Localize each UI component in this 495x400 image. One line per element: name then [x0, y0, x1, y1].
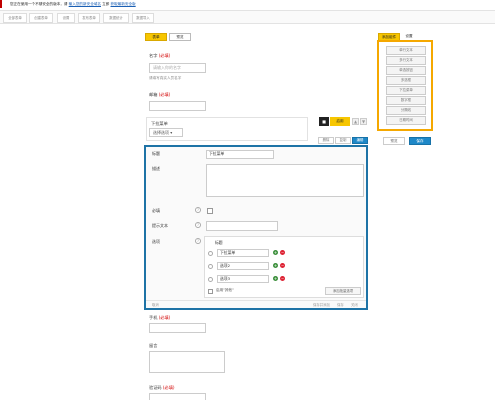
option-radio[interactable] — [208, 251, 213, 256]
toolbar-item-all-forms[interactable]: 全部表单 — [3, 13, 27, 23]
remove-option-icon[interactable]: − — [280, 263, 285, 268]
help-icon[interactable]: ? — [195, 207, 201, 213]
notice-mid: 立即 — [102, 2, 110, 6]
save-and-add-link[interactable]: 保存并添加 — [313, 302, 330, 307]
editor-desc-label: 描述 — [152, 166, 160, 171]
editor-close-link[interactable]: 关闭 — [351, 302, 358, 307]
email-label: 邮箱 (必填) — [149, 92, 171, 97]
notice-link-upgrade[interactable]: 获取最新安全版 — [111, 2, 136, 6]
tab-preview[interactable]: 预览 — [169, 33, 191, 41]
help-icon[interactable]: ? — [195, 238, 201, 244]
remove-option-icon[interactable]: − — [280, 276, 285, 281]
verify-label: 验证码 (必填) — [149, 385, 175, 390]
field-tab-delete[interactable]: 删除 — [318, 137, 334, 144]
email-input[interactable] — [149, 101, 206, 111]
notice-bar: 您正在使用一个不够安全的版本，请 输入您的新安全域名 立即 获取最新安全版 — [0, 0, 495, 8]
name-input[interactable]: 请输入你的名字 — [149, 63, 206, 73]
options-box: 标题 下拉菜单 + − 选项2 + − 选项3 + − 启用"其他" 添加批量选… — [204, 236, 364, 298]
widget-panel: 单行文本 多行文本 单选按钮 多选框 下拉菜单 数字框 分隔线 日期时间 — [377, 40, 433, 131]
toolbar-item-create[interactable]: 创建表单 — [29, 13, 53, 23]
editor-desc-textarea[interactable] — [206, 164, 364, 197]
message-label: 留言 — [149, 343, 158, 348]
other-checkbox[interactable] — [208, 289, 213, 294]
top-toolbar: 全部表单 创建表单 设置 发布表单 数据统计 数据导入 — [0, 10, 495, 24]
option-input[interactable]: 下拉菜单 — [217, 249, 269, 257]
editor-required-label: 必填 — [152, 208, 160, 213]
option-input[interactable]: 选项3 — [217, 275, 269, 283]
phone-input[interactable] — [149, 323, 206, 333]
remove-option-icon[interactable]: − — [280, 250, 285, 255]
move-down-icon[interactable]: ▼ — [360, 118, 367, 125]
editor-cancel-link[interactable]: 取消 — [152, 302, 159, 307]
editor-title-input[interactable]: 下拉菜单 — [206, 150, 274, 159]
editor-save-link[interactable]: 保存 — [337, 302, 344, 307]
field-editor-panel: 标题 下拉菜单 描述 必填 ? 提示文本 ? 选项 ? 标题 下拉菜单 + − … — [144, 145, 368, 310]
editor-options-label: 选项 — [152, 239, 160, 244]
required-checkbox[interactable] — [207, 208, 213, 214]
move-up-icon[interactable]: ▲ — [352, 118, 359, 125]
other-label: 启用"其他" — [216, 288, 234, 292]
toolbar-item-publish[interactable]: 发布表单 — [78, 13, 100, 23]
chevron-down-icon: ▾ — [170, 130, 173, 135]
widget-divider[interactable]: 分隔线 — [386, 106, 426, 115]
widget-radio[interactable]: 单选按钮 — [386, 66, 426, 75]
add-option-icon[interactable]: + — [273, 250, 278, 255]
required-mark: (必填) — [158, 53, 171, 58]
toolbar-item-import[interactable]: 数据导入 — [132, 13, 154, 23]
save-button[interactable]: 保存 — [409, 137, 431, 145]
name-hint: 请填写真实人员名字 — [149, 76, 182, 80]
option-radio[interactable] — [208, 277, 213, 282]
field-tab-copy[interactable]: 复制 — [335, 137, 351, 144]
notice-link-domain[interactable]: 输入您的新安全域名 — [69, 2, 101, 6]
message-textarea[interactable] — [149, 351, 225, 373]
editor-footer — [146, 300, 366, 308]
widget-multi-line[interactable]: 多行文本 — [386, 56, 426, 65]
help-icon[interactable]: ? — [195, 222, 201, 228]
options-header: 标题 — [215, 240, 223, 245]
tab-preview-label: 预览 — [176, 35, 184, 39]
name-label: 名字 (必填) — [149, 53, 171, 58]
preview-button[interactable]: 预览 — [383, 137, 405, 145]
option-radio[interactable] — [208, 264, 213, 269]
add-option-icon[interactable]: + — [273, 276, 278, 281]
dropdown-select[interactable]: 选择选项 ▾ — [149, 128, 183, 137]
widget-checkbox[interactable]: 多选框 — [386, 76, 426, 85]
widget-single-line[interactable]: 单行文本 — [386, 46, 426, 55]
verify-input[interactable] — [149, 393, 206, 400]
dropdown-label: 下拉菜单 — [151, 121, 168, 126]
bulk-options-button[interactable]: 添加批量选项 — [325, 287, 361, 295]
phone-label: 手机 (必填) — [149, 315, 171, 320]
tab-form-label: 表单 — [152, 35, 160, 39]
notice-text: 您正在使用一个不够安全的版本，请 — [10, 2, 68, 6]
toggle-switch[interactable]: ■ — [319, 117, 329, 126]
tab-form[interactable]: 表单 — [145, 33, 167, 41]
toolbar-item-settings[interactable]: 设置 — [57, 13, 75, 23]
field-tab-edit[interactable]: 编辑 — [352, 137, 368, 144]
editor-title-label: 标题 — [152, 151, 160, 156]
add-option-icon[interactable]: + — [273, 263, 278, 268]
widget-datetime[interactable]: 日期时间 — [386, 116, 426, 125]
editor-prompt-label: 提示文本 — [152, 223, 168, 228]
toolbar-item-stats[interactable]: 数据统计 — [103, 13, 129, 23]
enable-toggle[interactable]: 启用 — [330, 117, 350, 126]
option-input[interactable]: 选项2 — [217, 262, 269, 270]
editor-prompt-input[interactable] — [206, 221, 278, 231]
widget-number[interactable]: 数字框 — [386, 96, 426, 105]
widget-dropdown[interactable]: 下拉菜单 — [386, 86, 426, 95]
